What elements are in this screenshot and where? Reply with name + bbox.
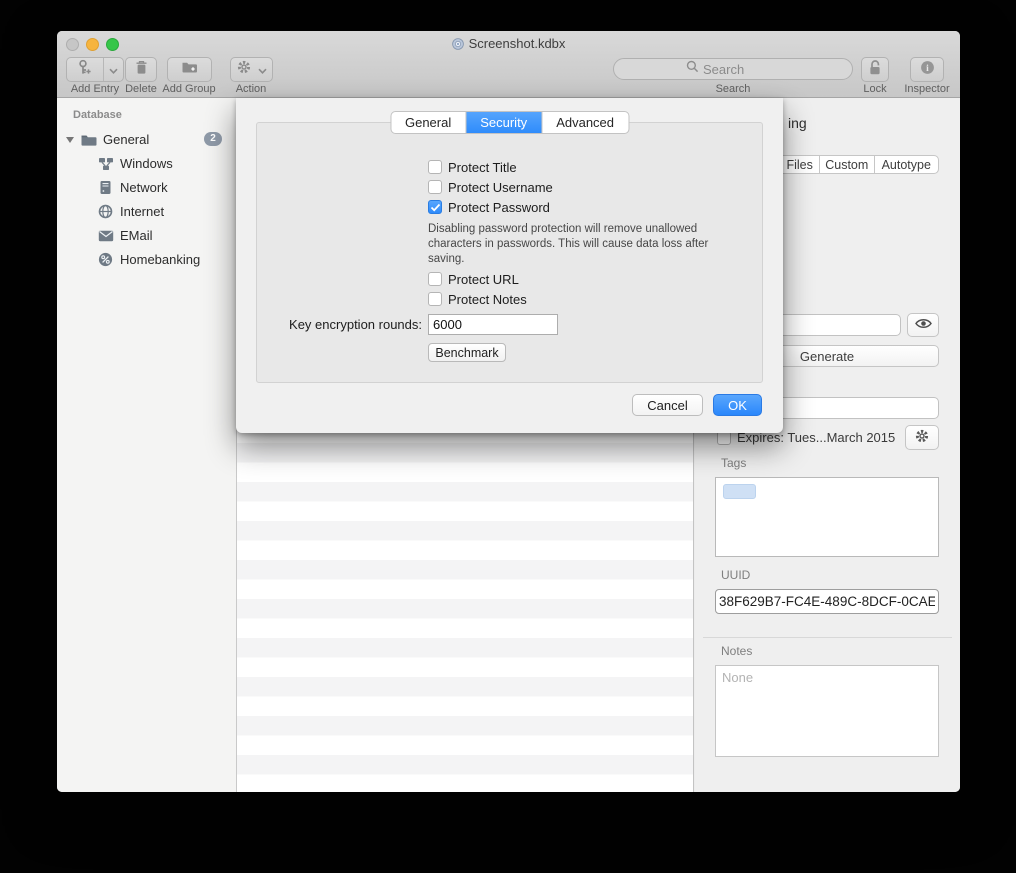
sidebar-header: Database	[73, 109, 122, 121]
add-group-label: Add Group	[162, 83, 215, 95]
ok-button[interactable]: OK	[713, 394, 762, 416]
protect-url-row: Protect URL	[428, 271, 519, 287]
action-label: Action	[236, 83, 267, 95]
gear-icon	[914, 428, 930, 447]
benchmark-button[interactable]: Benchmark	[428, 343, 506, 362]
disclosure-triangle-icon[interactable]	[66, 137, 74, 143]
security-settings-dialog: Protect Title Protect Username Protect P…	[236, 98, 783, 433]
protect-username-label: Protect Username	[448, 180, 553, 195]
tab-autotype[interactable]: Autotype	[874, 156, 938, 173]
sidebar: Database General 2 Windows Network	[57, 98, 237, 792]
eye-icon	[915, 317, 932, 333]
trash-icon	[134, 59, 149, 80]
cancel-label: Cancel	[647, 398, 687, 413]
notes-label: Notes	[721, 644, 752, 658]
entry-count-badge: 2	[204, 132, 222, 146]
app-window: Screenshot.kdbx Add Entry Delete Add	[57, 31, 960, 792]
key-rounds-label: Key encryption rounds:	[257, 317, 422, 332]
sidebar-item-email[interactable]: EMail	[57, 226, 236, 246]
protect-notes-row: Protect Notes	[428, 291, 527, 307]
tab-files[interactable]: Files	[779, 156, 819, 173]
sidebar-item-network[interactable]: Network	[57, 178, 236, 198]
sidebar-item-label: Homebanking	[120, 252, 200, 267]
sidebar-item-label: Windows	[120, 156, 173, 171]
inspector-button[interactable]: i	[910, 57, 944, 82]
unlock-icon	[867, 59, 883, 81]
protect-url-checkbox[interactable]	[428, 272, 442, 286]
sidebar-item-label: Internet	[120, 204, 164, 219]
document-icon	[452, 38, 464, 53]
dialog-tab-bar: General Security Advanced	[390, 111, 629, 134]
inspector-title-fragment: ing	[788, 115, 807, 131]
chevron-down-icon[interactable]	[104, 61, 123, 79]
cancel-button[interactable]: Cancel	[632, 394, 703, 416]
sidebar-item-homebanking[interactable]: Homebanking	[57, 250, 236, 270]
add-group-button[interactable]	[167, 57, 212, 82]
protect-url-label: Protect URL	[448, 272, 519, 287]
separator	[703, 637, 952, 638]
action-button[interactable]	[230, 57, 273, 82]
expires-settings-button[interactable]	[905, 425, 939, 450]
key-plus-icon	[67, 59, 103, 81]
add-entry-label: Add Entry	[71, 83, 119, 95]
uuid-label: UUID	[721, 568, 750, 582]
tags-label: Tags	[721, 456, 746, 470]
add-entry-button[interactable]	[66, 57, 124, 82]
inspector-label: Inspector	[904, 83, 949, 95]
sidebar-item-windows[interactable]: Windows	[57, 154, 236, 174]
uuid-field[interactable]	[715, 589, 939, 614]
tags-box[interactable]	[715, 477, 939, 557]
search-input[interactable]	[703, 62, 833, 77]
window-title: Screenshot.kdbx	[57, 36, 960, 53]
search-label: Search	[716, 83, 751, 95]
chevron-down-icon	[258, 61, 267, 79]
delete-label: Delete	[125, 83, 157, 95]
search-field[interactable]	[613, 58, 853, 80]
generate-label: Generate	[800, 349, 854, 364]
tab-advanced[interactable]: Advanced	[541, 112, 628, 133]
sidebar-item-label: General	[103, 132, 149, 147]
protect-title-label: Protect Title	[448, 160, 517, 175]
password-protection-warning: Disabling password protection will remov…	[428, 222, 724, 268]
tab-security[interactable]: Security	[465, 112, 541, 133]
key-rounds-input[interactable]	[428, 314, 558, 335]
protect-title-row: Protect Title	[428, 159, 517, 175]
notes-field[interactable]	[715, 665, 939, 757]
search-icon	[686, 60, 699, 78]
lock-label: Lock	[863, 83, 886, 95]
dialog-content-box: Protect Title Protect Username Protect P…	[256, 122, 763, 383]
globe-icon	[98, 204, 113, 222]
protect-password-checkbox[interactable]	[428, 200, 442, 214]
sidebar-item-internet[interactable]: Internet	[57, 202, 236, 222]
info-icon: i	[920, 60, 935, 80]
svg-text:i: i	[926, 64, 929, 74]
protect-password-row: Protect Password	[428, 199, 550, 215]
titlebar-toolbar: Screenshot.kdbx Add Entry Delete Add	[57, 31, 960, 98]
tab-general[interactable]: General	[391, 112, 465, 133]
protect-notes-checkbox[interactable]	[428, 292, 442, 306]
protect-title-checkbox[interactable]	[428, 160, 442, 174]
tag-pill	[723, 484, 756, 499]
envelope-icon	[98, 230, 114, 245]
lock-button[interactable]	[861, 57, 889, 82]
protect-username-row: Protect Username	[428, 179, 553, 195]
server-icon	[99, 180, 112, 198]
window-title-text: Screenshot.kdbx	[469, 36, 566, 51]
folder-icon	[80, 133, 97, 150]
reveal-password-button[interactable]	[907, 313, 939, 337]
delete-button[interactable]	[125, 57, 157, 82]
windows-group-icon	[98, 157, 114, 174]
folder-plus-icon	[181, 60, 198, 79]
ok-label: OK	[728, 398, 747, 413]
sidebar-item-general[interactable]: General 2	[57, 130, 236, 150]
protect-username-checkbox[interactable]	[428, 180, 442, 194]
percent-icon	[98, 252, 113, 270]
protect-notes-label: Protect Notes	[448, 292, 527, 307]
benchmark-label: Benchmark	[435, 346, 498, 360]
sidebar-item-label: Network	[120, 180, 168, 195]
gear-icon	[236, 59, 252, 80]
protect-password-label: Protect Password	[448, 200, 550, 215]
sidebar-item-label: EMail	[120, 228, 153, 243]
tab-custom[interactable]: Custom	[819, 156, 874, 173]
